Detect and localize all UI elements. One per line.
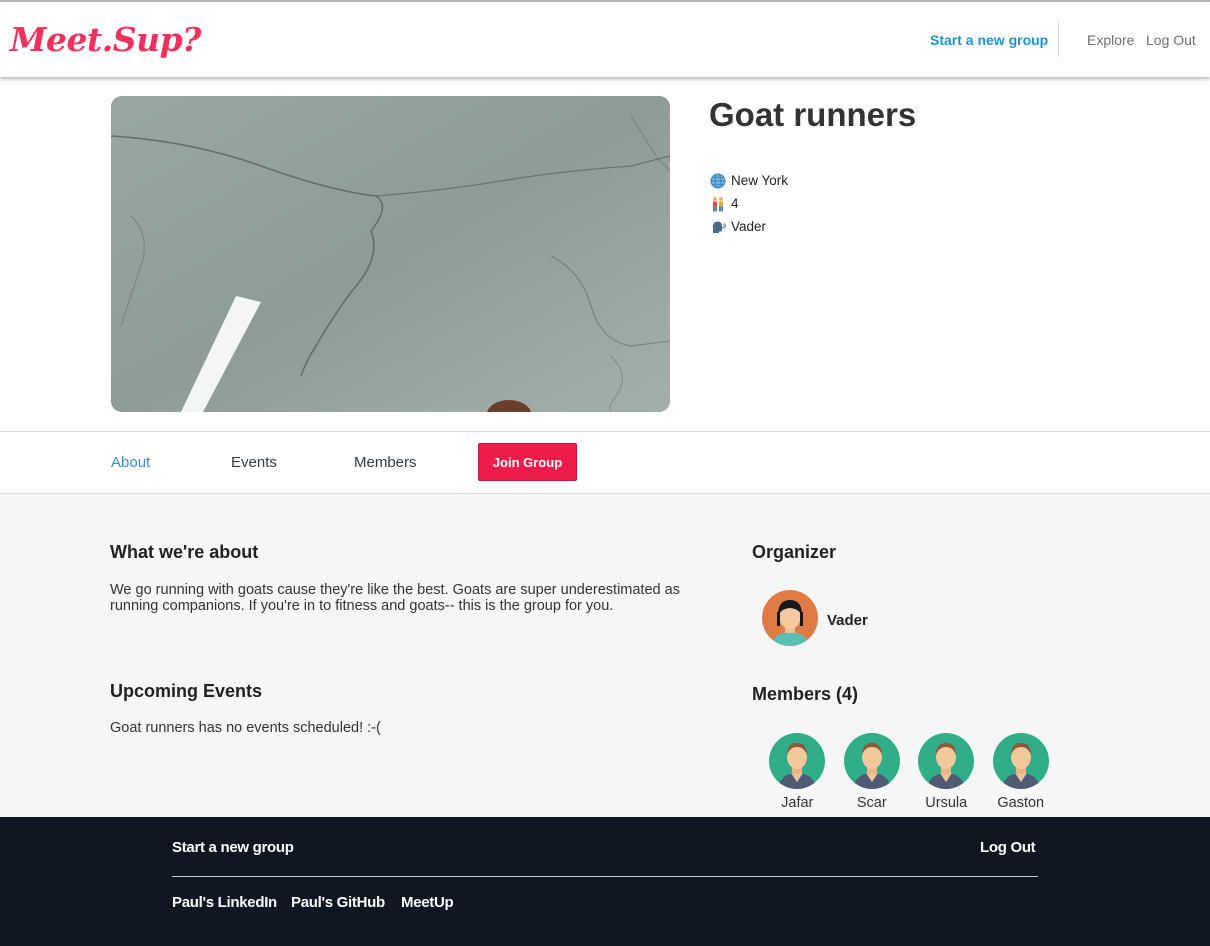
- group-organizer-row: Vader: [710, 215, 788, 238]
- member-card[interactable]: Jafar: [760, 733, 835, 811]
- group-tabs: About Events Members Join Group: [0, 431, 1210, 494]
- group-member-count-row: 4: [710, 192, 788, 215]
- tab-about[interactable]: About: [111, 454, 150, 471]
- speaking-head-icon: [710, 219, 731, 235]
- member-avatar: [769, 733, 826, 794]
- footer-log-out-link[interactable]: Log Out: [980, 839, 1036, 856]
- globe-icon: [710, 173, 731, 189]
- site-logo[interactable]: Meet.Sup?: [10, 20, 202, 59]
- nav-log-out-link[interactable]: Log Out: [1146, 32, 1196, 48]
- tab-members[interactable]: Members: [354, 454, 417, 471]
- member-card[interactable]: Ursula: [909, 733, 984, 811]
- nav-explore-link[interactable]: Explore: [1087, 32, 1134, 48]
- join-group-button[interactable]: Join Group: [478, 443, 577, 481]
- upcoming-events-heading: Upcoming Events: [110, 681, 263, 701]
- member-card[interactable]: Scar: [835, 733, 910, 811]
- nav-divider: [1058, 22, 1059, 57]
- people-icon: [710, 196, 731, 212]
- about-description: We go running with goats cause they're l…: [110, 582, 680, 614]
- group-location: New York: [731, 173, 789, 188]
- organizer-avatar: [762, 590, 818, 651]
- member-card[interactable]: Gaston: [984, 733, 1059, 811]
- member-name[interactable]: Scar: [857, 795, 887, 811]
- members-heading: Members (4): [752, 684, 859, 704]
- group-info-list: New York 4 Vader: [710, 169, 788, 238]
- members-grid: Jafar Scar Ursula Gaston: [760, 733, 1058, 811]
- footer-start-new-group-link[interactable]: Start a new group: [172, 839, 294, 856]
- organizer-card[interactable]: Vader: [762, 590, 868, 651]
- site-footer: Start a new group Log Out Paul's LinkedI…: [0, 817, 1210, 946]
- no-events-message: Goat runners has no events scheduled! :-…: [110, 720, 381, 736]
- organizer-name[interactable]: Vader: [827, 612, 868, 629]
- group-location-row: New York: [710, 169, 788, 192]
- tab-events[interactable]: Events: [231, 454, 277, 471]
- member-name[interactable]: Jafar: [781, 795, 813, 811]
- footer-divider: [172, 876, 1038, 877]
- group-member-count: 4: [731, 196, 739, 211]
- member-avatar: [918, 733, 975, 794]
- member-name[interactable]: Ursula: [925, 795, 967, 811]
- member-name[interactable]: Gaston: [997, 795, 1044, 811]
- group-organizer: Vader: [731, 219, 767, 234]
- group-main-content: What we're about We go running with goat…: [0, 494, 1210, 817]
- site-header: Meet.Sup? Start a new group Explore Log …: [0, 2, 1210, 77]
- group-title: Goat runners: [709, 96, 917, 133]
- member-avatar: [992, 733, 1049, 794]
- group-cover-image: [111, 96, 670, 412]
- member-avatar: [843, 733, 900, 794]
- about-heading: What we're about: [110, 542, 259, 562]
- footer-github-link[interactable]: Paul's GitHub: [291, 894, 385, 911]
- nav-start-new-group-link[interactable]: Start a new group: [930, 32, 1048, 48]
- footer-linkedin-link[interactable]: Paul's LinkedIn: [172, 894, 277, 911]
- footer-meetup-link[interactable]: MeetUp: [401, 894, 454, 911]
- organizer-heading: Organizer: [752, 542, 837, 562]
